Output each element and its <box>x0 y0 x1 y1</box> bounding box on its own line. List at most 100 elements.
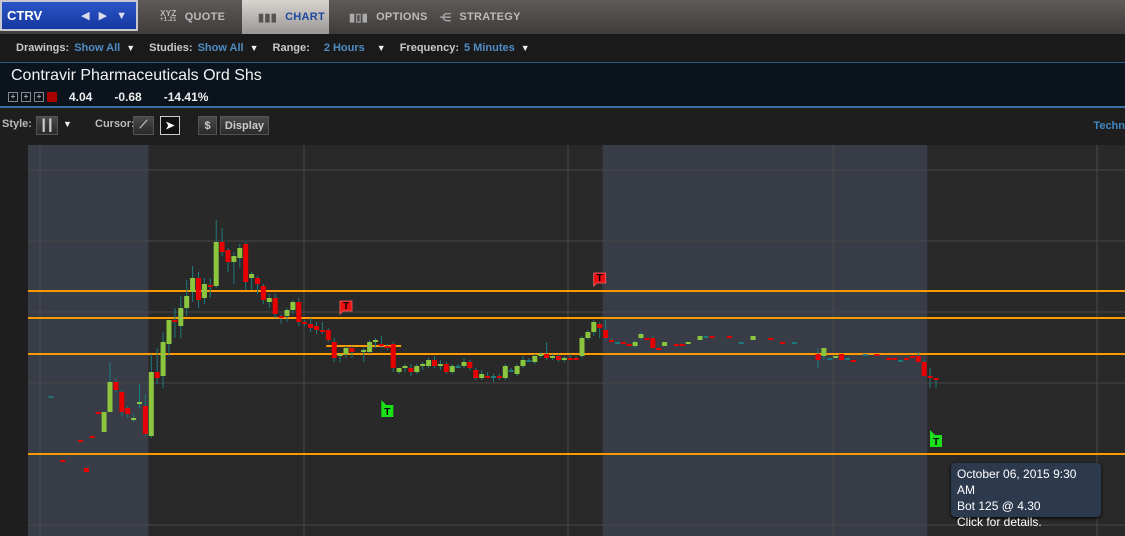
candle-body <box>768 338 774 340</box>
range-label: Range: <box>272 42 310 54</box>
candle-body <box>207 285 213 287</box>
display-button[interactable]: Display <box>220 116 269 135</box>
candle-body <box>178 308 184 326</box>
candle-body <box>614 342 620 344</box>
candle-body <box>927 376 933 378</box>
candle-body <box>420 364 426 366</box>
candle-body <box>603 330 609 338</box>
candle-body <box>201 284 207 298</box>
technicals-link[interactable]: Techn <box>1093 120 1125 132</box>
candle-body <box>213 242 219 286</box>
style-label: Style: <box>2 118 32 130</box>
candle-body <box>101 412 107 432</box>
candle-body <box>190 278 196 292</box>
tab-options[interactable]: ▮▯▮ OPTIONS <box>349 0 428 34</box>
trade-label: T <box>933 437 939 448</box>
session-shading <box>28 145 149 536</box>
candle-body <box>520 360 526 366</box>
chart-left-margin <box>0 145 28 536</box>
candle-body <box>113 382 119 390</box>
candle-body <box>473 370 479 378</box>
tooltip-hint: Click for details. <box>957 515 1042 529</box>
next-symbol-icon[interactable]: ▶ <box>99 9 107 22</box>
chevron-down-icon[interactable]: ▼ <box>63 119 72 129</box>
candlestick-icon: ┃┃ <box>40 120 54 132</box>
candle-body <box>172 320 178 322</box>
tab-chart[interactable]: ▮▮▮ CHART <box>242 0 329 41</box>
drawings-label: Drawings: <box>16 42 70 54</box>
range-dropdown[interactable]: 2 Hours <box>324 42 365 54</box>
tab-label: QUOTE <box>184 11 226 23</box>
candle-body <box>656 348 662 350</box>
chevron-down-icon[interactable]: ▼ <box>521 43 530 53</box>
candle-body <box>314 326 319 330</box>
symbol-input[interactable]: CTRV <box>7 8 81 23</box>
tooltip-trade: Bot 125 @ 4.30 <box>957 499 1041 513</box>
frequency-label: Frequency: <box>399 42 459 54</box>
candle-body <box>833 356 839 358</box>
expand-icon[interactable]: + <box>8 92 18 102</box>
candle-body <box>296 302 302 322</box>
cursor-label: Cursor: <box>95 118 135 130</box>
candle-body <box>131 418 137 420</box>
candle-body <box>325 330 331 340</box>
candle-body <box>697 336 703 340</box>
prev-symbol-icon[interactable]: ◀ <box>81 9 89 22</box>
quote-icon-top: XYZ <box>160 9 177 18</box>
candle-body <box>432 360 437 366</box>
chevron-down-icon[interactable]: ▼ <box>250 43 259 53</box>
pointer-cursor-button[interactable]: ➤ <box>160 116 180 135</box>
candlestick-style-button[interactable]: ┃┃ <box>36 116 58 135</box>
candle-body <box>196 278 201 300</box>
candle-body <box>390 344 396 368</box>
chevron-down-icon[interactable]: ▼ <box>126 43 135 53</box>
studies-dropdown[interactable]: Show All <box>198 42 244 54</box>
candle-body <box>231 256 237 262</box>
strategy-icon: ⋲ <box>440 11 452 24</box>
candle-body <box>479 374 485 378</box>
add-compare-icon[interactable]: + <box>34 92 44 102</box>
candle-body <box>626 344 632 346</box>
candle-body <box>142 406 148 434</box>
candle-body <box>373 340 378 342</box>
candle-body <box>437 364 443 366</box>
trade-tooltip[interactable]: October 06, 2015 9:30 AM Bot 125 @ 4.30 … <box>951 463 1101 529</box>
candle-body <box>561 358 567 360</box>
chart-settings-bar: Drawings: Show All ▼ Studies: Show All ▼ R… <box>0 34 1125 62</box>
candle-body <box>620 342 626 344</box>
candle-body <box>414 366 420 372</box>
candle-body <box>361 350 367 352</box>
candle-body <box>367 342 373 352</box>
candle-body <box>278 316 284 318</box>
crosshair-cursor-button[interactable]: ⟋ <box>133 116 154 135</box>
candle-body <box>727 336 732 338</box>
candle-body <box>402 366 408 368</box>
candle-body <box>107 382 113 412</box>
candle-body <box>904 358 909 360</box>
tooltip-date: October 06, 2015 9:30 AM <box>957 467 1077 497</box>
candle-body <box>862 354 868 356</box>
chevron-down-icon[interactable]: ▼ <box>116 10 127 22</box>
dollar-icon: $ <box>204 119 211 132</box>
bar-chart-icon: ▮▮▮ <box>258 11 278 24</box>
trade-label: T <box>384 407 390 418</box>
candle-body <box>272 298 278 314</box>
tab-strategy[interactable]: ⋲ STRATEGY <box>440 0 521 34</box>
options-icon: ▮▯▮ <box>349 11 369 24</box>
symbol-selector[interactable]: CTRV ◀ ▶ ▼ <box>0 0 138 31</box>
candle-body <box>933 378 939 380</box>
candle-body <box>496 376 502 378</box>
candle-body <box>166 320 172 344</box>
chevron-down-icon[interactable]: ▼ <box>377 43 386 53</box>
candle-body <box>703 336 709 338</box>
candle-body <box>845 358 850 360</box>
candle-body <box>502 366 508 378</box>
candle-body <box>485 376 491 378</box>
color-swatch[interactable] <box>47 92 57 102</box>
tab-quote[interactable]: XYZ +1.21 QUOTE <box>160 0 225 34</box>
dollar-button[interactable]: $ <box>198 116 217 135</box>
candle-body <box>827 358 833 360</box>
add-study-icon[interactable]: + <box>21 92 31 102</box>
drawings-dropdown[interactable]: Show All <box>74 42 120 54</box>
frequency-dropdown[interactable]: 5 Minutes <box>464 42 515 54</box>
